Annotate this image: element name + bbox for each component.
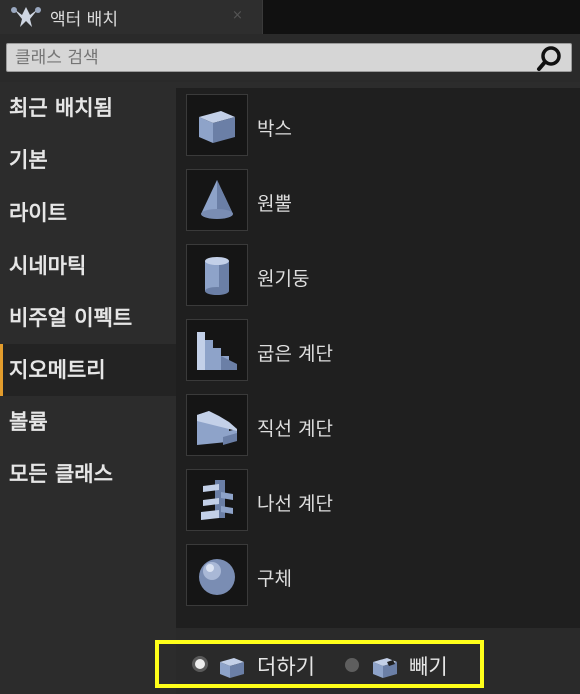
box-icon xyxy=(199,111,235,143)
search-bar xyxy=(0,34,580,82)
additive-brush-icon xyxy=(220,658,244,678)
category-sidebar: 최근 배치됨 기본 라이트 시네마틱 비주얼 이펙트 지오메트리 볼륨 모든 클… xyxy=(0,82,176,694)
category-recently-placed[interactable]: 최근 배치됨 xyxy=(0,82,176,134)
list-item-spiral-stair[interactable]: 나선 계단 xyxy=(186,469,566,535)
linear-stair-icon xyxy=(197,411,237,445)
cone-icon xyxy=(201,180,233,219)
additive-radio[interactable] xyxy=(192,656,208,672)
list-item-curved-stair[interactable]: 굽은 계단 xyxy=(186,319,566,385)
item-thumbnail xyxy=(186,469,248,531)
item-thumbnail xyxy=(186,94,248,156)
item-thumbnail xyxy=(186,169,248,231)
item-label: 직선 계단 xyxy=(257,418,333,440)
item-label: 원뿔 xyxy=(257,193,292,215)
additive-label[interactable]: 더하기 xyxy=(257,651,315,681)
list-item-sphere[interactable]: 구체 xyxy=(186,544,566,610)
subtractive-brush-icon xyxy=(373,658,397,678)
tab-place-actors[interactable]: 액터 배치 × xyxy=(0,0,263,34)
item-label: 박스 xyxy=(257,118,292,140)
item-thumbnail xyxy=(186,319,248,381)
category-geometry[interactable]: 지오메트리 xyxy=(0,344,176,396)
item-thumbnail xyxy=(186,244,248,306)
item-label: 굽은 계단 xyxy=(257,343,333,365)
cylinder-icon xyxy=(205,257,229,295)
category-all-classes[interactable]: 모든 클래스 xyxy=(0,448,176,500)
item-label: 구체 xyxy=(257,568,292,590)
category-cinematic[interactable]: 시네마틱 xyxy=(0,240,176,292)
category-basic[interactable]: 기본 xyxy=(0,134,176,186)
list-item-cylinder[interactable]: 원기둥 xyxy=(186,244,566,310)
subtractive-label[interactable]: 빼기 xyxy=(409,651,448,681)
search-input[interactable] xyxy=(6,43,572,72)
category-volumes[interactable]: 볼륨 xyxy=(0,396,176,448)
list-top-edge xyxy=(176,82,580,88)
list-item-box[interactable]: 박스 xyxy=(186,94,566,160)
item-thumbnail xyxy=(186,544,248,606)
curved-stair-icon xyxy=(197,332,237,370)
search-icon[interactable] xyxy=(536,45,564,73)
item-list: 박스 원뿔 원기둥 굽은 계단 직선 계단 나선 계단 구체 xyxy=(176,82,580,694)
close-icon[interactable]: × xyxy=(232,8,243,23)
category-lights[interactable]: 라이트 xyxy=(0,187,176,239)
place-actors-icon xyxy=(11,7,41,27)
spiral-stair-icon xyxy=(201,480,233,520)
list-item-cone[interactable]: 원뿔 xyxy=(186,169,566,235)
item-thumbnail xyxy=(186,394,248,456)
tab-title: 액터 배치 xyxy=(50,10,118,30)
item-label: 원기둥 xyxy=(257,268,310,290)
subtractive-radio[interactable] xyxy=(345,658,359,672)
list-item-linear-stair[interactable]: 직선 계단 xyxy=(186,394,566,460)
item-label: 나선 계단 xyxy=(257,493,333,515)
sphere-icon xyxy=(199,559,235,595)
category-visual-effects[interactable]: 비주얼 이펙트 xyxy=(0,292,176,344)
